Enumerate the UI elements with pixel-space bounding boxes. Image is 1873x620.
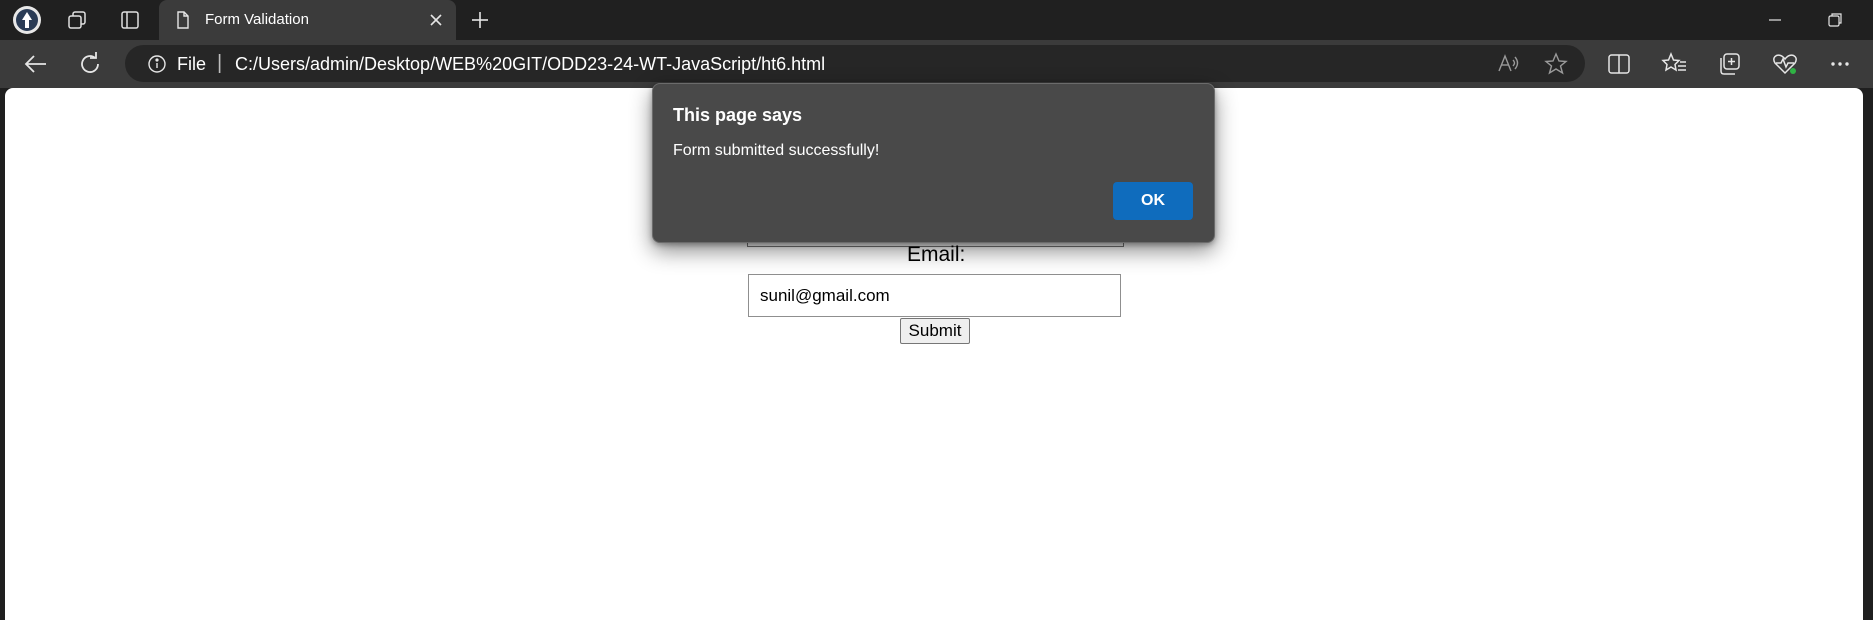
page-icon (173, 10, 193, 30)
star-icon[interactable] (1543, 51, 1569, 77)
back-arrow-icon[interactable] (18, 48, 54, 80)
vertical-tabs-icon[interactable] (115, 6, 145, 34)
ellipsis-icon[interactable] (1825, 50, 1855, 78)
minimize-icon[interactable] (1755, 6, 1795, 34)
alert-dialog: This page says Form submitted successful… (652, 83, 1215, 243)
url-scheme: File (177, 54, 207, 74)
address-bar[interactable]: File | C:/Users/admin/Desktop/WEB%20GIT/… (125, 45, 1585, 82)
split-screen-icon[interactable] (1604, 50, 1634, 78)
read-aloud-icon[interactable] (1495, 51, 1521, 77)
profile-avatar-icon[interactable] (12, 6, 42, 34)
browser-titlebar: Form Validation (0, 0, 1873, 40)
browser-toolbar: File | C:/Users/admin/Desktop/WEB%20GIT/… (0, 40, 1873, 88)
email-label: Email: (907, 243, 966, 266)
collections-icon[interactable] (1715, 50, 1745, 78)
heartbeat-icon[interactable] (1770, 50, 1800, 78)
workspaces-icon[interactable] (62, 6, 92, 34)
refresh-icon[interactable] (72, 48, 108, 80)
submit-button[interactable]: Submit (900, 318, 970, 344)
restore-icon[interactable] (1815, 6, 1855, 34)
plus-icon[interactable] (466, 7, 494, 33)
info-icon[interactable] (147, 54, 167, 74)
favorites-icon[interactable] (1660, 50, 1690, 78)
url-separator: | (217, 52, 223, 74)
email-input[interactable] (748, 274, 1121, 317)
close-icon[interactable] (425, 9, 447, 31)
dialog-title: This page says (673, 105, 803, 125)
dialog-message: Form submitted successfully! (673, 142, 880, 159)
active-tab[interactable]: Form Validation (159, 0, 456, 40)
ok-button[interactable]: OK (1113, 182, 1193, 220)
tab-title: Form Validation (205, 11, 309, 28)
url-text[interactable]: C:/Users/admin/Desktop/WEB%20GIT/ODD23-2… (235, 54, 825, 75)
